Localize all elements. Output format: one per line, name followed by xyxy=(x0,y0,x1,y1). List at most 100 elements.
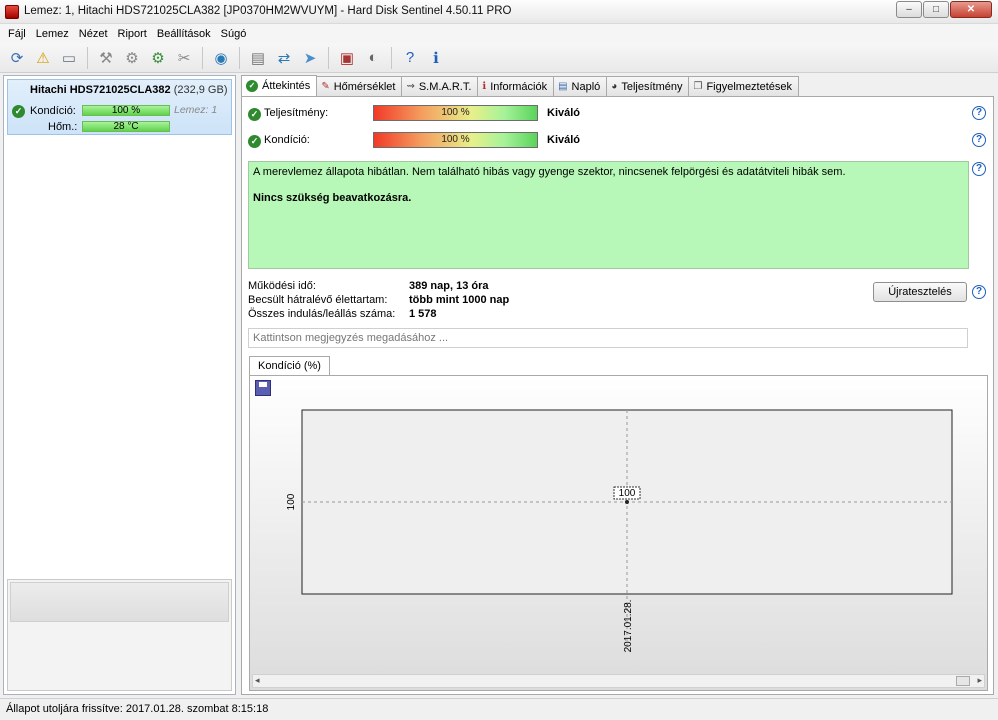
chart-area: 100 2017.01.28. 100 ◂ ▸ xyxy=(249,375,988,691)
menu-report[interactable]: Riport xyxy=(116,28,155,40)
disk-tool-icon[interactable]: ⚒ xyxy=(95,47,117,69)
tab-label: Napló xyxy=(571,80,601,93)
starts-label: Összes indulás/leállás száma: xyxy=(248,308,396,320)
disk-item[interactable]: Hitachi HDS721025CLA382 (232,9 GB) ✓ Kon… xyxy=(7,79,232,135)
menu-view[interactable]: Nézet xyxy=(77,28,116,40)
sync-icon[interactable]: ⇄ xyxy=(273,47,295,69)
horizontal-scrollbar[interactable]: ◂ ▸ xyxy=(252,674,985,688)
condition-chart: 100 2017.01.28. 100 xyxy=(286,409,953,653)
toolbar-separator xyxy=(87,46,88,69)
close-button[interactable]: ✕ xyxy=(950,1,992,18)
help-icon[interactable]: ? xyxy=(972,106,986,120)
toolbar-separator xyxy=(239,46,240,69)
performance-icon: ◕ xyxy=(611,81,618,92)
log-icon: ▤ xyxy=(558,81,568,92)
performance-label: Teljesítmény: xyxy=(264,107,329,119)
disk-condition-row: ✓ Kondíció: xyxy=(12,104,76,118)
tab-label: S.M.A.R.T. xyxy=(418,80,472,93)
menu-file[interactable]: Fájl xyxy=(6,28,34,40)
title-bar: Lemez: 1, Hitachi HDS721025CLA382 [JP037… xyxy=(0,0,998,24)
disk-temp-label: Hőm.: xyxy=(48,121,78,133)
status-message: A merevlemez állapota hibátlan. Nem talá… xyxy=(253,166,846,178)
audio-icon[interactable]: ◐ xyxy=(362,47,384,69)
starts-value: 1 578 xyxy=(409,308,437,320)
thermometer-icon: ✎ xyxy=(321,81,330,92)
monitor-icon[interactable]: ▣ xyxy=(336,47,358,69)
status-message-box: A merevlemez állapota hibátlan. Nem talá… xyxy=(248,161,969,269)
menu-help[interactable]: Súgó xyxy=(219,28,255,40)
lifetime-label: Becsült hátralévő élettartam: xyxy=(248,294,388,306)
performance-row: ✓ xyxy=(248,105,261,123)
scroll-thumb[interactable] xyxy=(956,676,970,686)
disk-tool-2-icon[interactable]: ⚙ xyxy=(121,47,143,69)
toolbar-separator xyxy=(202,46,203,69)
toolbar-separator xyxy=(391,46,392,69)
warning-icon[interactable]: ⚠ xyxy=(32,47,54,69)
check-icon: ✓ xyxy=(246,80,258,92)
y-tick-label: 100 xyxy=(286,493,297,510)
condition-label: Kondíció: xyxy=(264,134,310,146)
window-title: Lemez: 1, Hitachi HDS721025CLA382 [JP037… xyxy=(24,5,512,17)
disk-tool-4-icon[interactable]: ✂ xyxy=(173,47,195,69)
minimize-button[interactable]: ‒ xyxy=(896,1,922,18)
disk-name: Hitachi HDS721025CLA382 xyxy=(30,84,171,96)
info-icon[interactable]: ℹ xyxy=(425,47,447,69)
check-icon: ✓ xyxy=(248,134,261,148)
send-icon[interactable]: ➤ xyxy=(299,47,321,69)
tab-alerts[interactable]: ❐ Figyelmeztetések xyxy=(688,76,800,96)
disk-temp-row: Hőm.: xyxy=(48,120,77,134)
scroll-left-icon[interactable]: ◂ xyxy=(255,675,260,686)
help-icon[interactable]: ? xyxy=(399,47,421,69)
menu-disk[interactable]: Lemez xyxy=(34,28,77,40)
tab-label: Információk xyxy=(490,80,548,93)
tab-label: Hőmérséklet xyxy=(333,80,396,93)
scroll-right-icon[interactable]: ▸ xyxy=(977,675,982,686)
status-bar: Állapot utoljára frissítve: 2017.01.28. … xyxy=(0,698,998,720)
alerts-icon: ❐ xyxy=(693,81,703,92)
tab-performance[interactable]: ◕ Teljesítmény xyxy=(606,76,690,96)
status-action: Nincs szükség beavatkozásra. xyxy=(253,192,412,204)
disk-condition-label: Kondíció: xyxy=(30,105,76,117)
tab-information[interactable]: ℹ Információk xyxy=(477,76,555,96)
condition-row: ✓ xyxy=(248,132,261,150)
refresh-icon[interactable]: ⟳ xyxy=(6,47,28,69)
disk-name-label: Hitachi HDS721025CLA382 (232,9 GB) xyxy=(30,84,228,96)
tab-label: Teljesítmény xyxy=(621,80,683,93)
tab-smart[interactable]: ⇝ S.M.A.R.T. xyxy=(401,76,479,96)
disk-size: (232,9 GB) xyxy=(173,84,228,96)
check-icon: ✓ xyxy=(12,104,25,118)
performance-bar: 100 % xyxy=(373,105,538,121)
tab-temperature[interactable]: ✎ Hőmérséklet xyxy=(316,76,403,96)
help-icon[interactable]: ? xyxy=(972,162,986,176)
smart-icon: ⇝ xyxy=(406,81,415,92)
toolbar-separator xyxy=(328,46,329,69)
left-lower-panel xyxy=(7,579,232,691)
help-icon[interactable]: ? xyxy=(972,133,986,147)
disk-number-label: Lemez: 1 xyxy=(174,104,218,116)
maximize-button[interactable]: □ xyxy=(923,1,949,18)
tab-bar: ✓ Áttekintés ✎ Hőmérséklet ⇝ S.M.A.R.T. … xyxy=(241,75,800,96)
report-icon[interactable]: ▤ xyxy=(247,47,269,69)
window-controls: ‒ □ ✕ xyxy=(896,1,992,18)
disk-info-icon[interactable]: ▭ xyxy=(58,47,80,69)
menu-settings[interactable]: Beállítások xyxy=(155,28,219,40)
disk-temp-bar: 28 °C xyxy=(82,121,170,132)
app-icon xyxy=(5,5,19,19)
data-label: 100 xyxy=(619,488,636,499)
help-icon[interactable]: ? xyxy=(972,285,986,299)
x-tick-label: 2017.01.28. xyxy=(623,600,634,653)
condition-rating: Kiváló xyxy=(547,134,581,146)
tab-condition-chart[interactable]: Kondíció (%) xyxy=(249,356,330,376)
disk-condition-bar: 100 % xyxy=(82,105,170,116)
globe-icon[interactable]: ◉ xyxy=(210,47,232,69)
tab-label: Figyelmeztetések xyxy=(706,80,793,93)
note-input[interactable] xyxy=(248,328,968,348)
retest-button[interactable]: Újratesztelés xyxy=(873,282,967,302)
uptime-label: Működési idő: xyxy=(248,280,316,292)
tab-log[interactable]: ▤ Napló xyxy=(553,76,608,96)
disk-list-panel: Hitachi HDS721025CLA382 (232,9 GB) ✓ Kon… xyxy=(3,75,236,695)
performance-rating: Kiváló xyxy=(547,107,581,119)
disk-tool-3-icon[interactable]: ⚙ xyxy=(147,47,169,69)
condition-bar: 100 % xyxy=(373,132,538,148)
tab-overview[interactable]: ✓ Áttekintés xyxy=(241,75,318,96)
